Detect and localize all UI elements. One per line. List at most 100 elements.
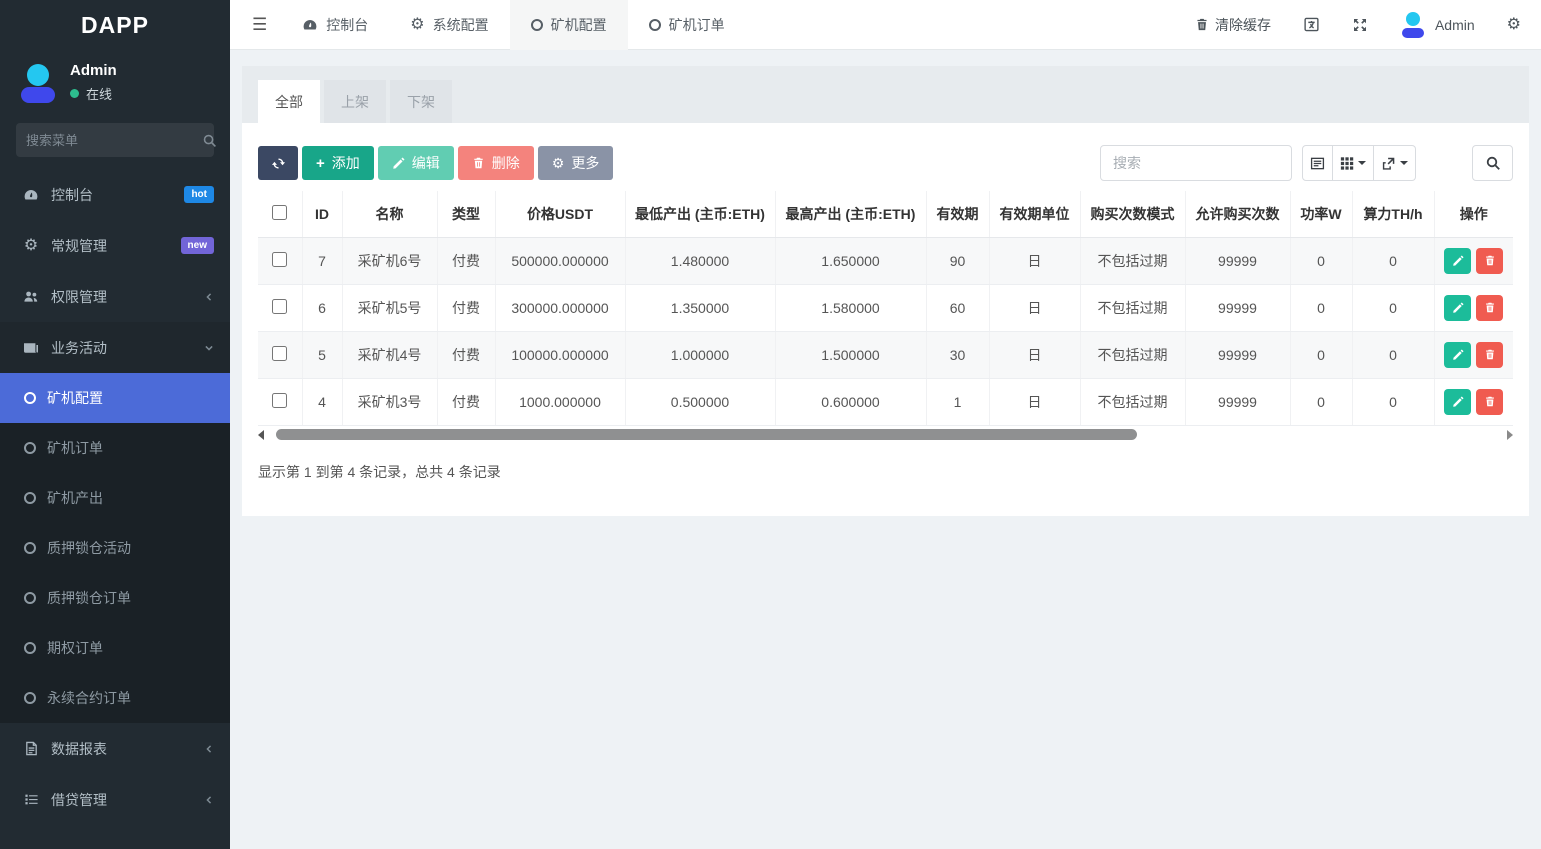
table-cell: 1 xyxy=(926,378,989,425)
table-view-controls xyxy=(1302,145,1416,181)
gears-icon[interactable]: ⚙ xyxy=(1507,17,1521,33)
table-cell: 不包括过期 xyxy=(1080,378,1185,425)
column-header: 名称 xyxy=(342,191,437,237)
table-cell: 99999 xyxy=(1185,284,1290,331)
column-header: 购买次数模式 xyxy=(1080,191,1185,237)
row-edit-button[interactable] xyxy=(1444,342,1471,368)
column-header: 功率W xyxy=(1290,191,1352,237)
user-menu[interactable]: Admin xyxy=(1400,12,1475,38)
scroll-left-arrow[interactable] xyxy=(258,430,264,440)
row-actions-cell xyxy=(1434,331,1513,378)
miners-table: ID名称类型价格USDT最低产出 (主币:ETH)最高产出 (主币:ETH)有效… xyxy=(258,191,1513,426)
select-all-header xyxy=(258,191,302,237)
row-checkbox[interactable] xyxy=(272,252,287,267)
topnav-item-system-config[interactable]: ⚙ 系统配置 xyxy=(389,0,509,50)
detail-view-button[interactable] xyxy=(1302,145,1333,181)
table-cell: 日 xyxy=(989,378,1080,425)
translate-icon[interactable] xyxy=(1303,16,1320,33)
tab-on-shelf[interactable]: 上架 xyxy=(324,80,386,123)
sidebar-item-lending[interactable]: 借贷管理 xyxy=(0,774,230,825)
trash-icon xyxy=(1484,254,1496,267)
hamburger-icon[interactable]: ☰ xyxy=(238,15,281,35)
tab-off-shelf[interactable]: 下架 xyxy=(390,80,452,123)
circle-icon xyxy=(24,642,36,654)
table-cell: 100000.000000 xyxy=(495,331,625,378)
pencil-icon xyxy=(392,157,405,170)
trash-icon xyxy=(1484,348,1496,361)
column-header: 类型 xyxy=(437,191,495,237)
column-header: 有效期单位 xyxy=(989,191,1080,237)
hot-badge: hot xyxy=(184,186,214,203)
search-button[interactable] xyxy=(1472,145,1513,181)
row-checkbox[interactable] xyxy=(272,393,287,408)
submenu-item-label: 矿机订单 xyxy=(47,438,103,458)
table-cell: 1.650000 xyxy=(775,237,926,284)
fullscreen-icon[interactable] xyxy=(1352,17,1368,33)
table-row: 5 采矿机4号 付费 100000.000000 1.000000 1.5000… xyxy=(258,331,1513,378)
sidebar-search-input[interactable] xyxy=(26,133,202,148)
table-cell: 1.500000 xyxy=(775,331,926,378)
row-actions-cell xyxy=(1434,284,1513,331)
row-delete-button[interactable] xyxy=(1476,295,1503,321)
horizontal-scrollbar xyxy=(258,428,1513,442)
table-row: 4 采矿机3号 付费 1000.000000 0.500000 0.600000… xyxy=(258,378,1513,425)
sidebar-item-perpetual-orders[interactable]: 永续合约订单 xyxy=(0,673,230,723)
topnav-item-dashboard[interactable]: 控制台 xyxy=(281,0,389,50)
table-cell: 不包括过期 xyxy=(1080,331,1185,378)
sidebar-item-option-orders[interactable]: 期权订单 xyxy=(0,623,230,673)
add-button[interactable]: + 添加 xyxy=(302,146,374,180)
refresh-button[interactable] xyxy=(258,146,298,180)
column-header: 价格USDT xyxy=(495,191,625,237)
pencil-icon xyxy=(1452,255,1464,267)
sidebar-item-business[interactable]: 业务活动 xyxy=(0,322,230,373)
table-cell: 不包括过期 xyxy=(1080,237,1185,284)
gear-icon: ⚙ xyxy=(410,17,424,33)
row-checkbox[interactable] xyxy=(272,346,287,361)
row-checkbox[interactable] xyxy=(272,299,287,314)
table-cell: 0 xyxy=(1290,378,1352,425)
user-avatar xyxy=(1400,12,1426,38)
scroll-right-arrow[interactable] xyxy=(1507,430,1513,440)
clear-cache-button[interactable]: 清除缓存 xyxy=(1195,15,1271,35)
row-actions-cell xyxy=(1434,237,1513,284)
dashboard-icon xyxy=(302,17,318,33)
row-edit-button[interactable] xyxy=(1444,248,1471,274)
row-edit-button[interactable] xyxy=(1444,295,1471,321)
topnav-item-miner-orders[interactable]: 矿机订单 xyxy=(628,0,746,50)
row-actions-cell xyxy=(1434,378,1513,425)
row-edit-button[interactable] xyxy=(1444,389,1471,415)
table-cell: 采矿机3号 xyxy=(342,378,437,425)
delete-button[interactable]: 删除 xyxy=(458,146,534,180)
edit-button[interactable]: 编辑 xyxy=(378,146,454,180)
row-delete-button[interactable] xyxy=(1476,389,1503,415)
select-all-checkbox[interactable] xyxy=(272,205,287,220)
table-cell: 4 xyxy=(302,378,342,425)
tab-all[interactable]: 全部 xyxy=(258,80,320,123)
scrollbar-thumb[interactable] xyxy=(276,429,1137,440)
pencil-icon xyxy=(1452,349,1464,361)
more-button[interactable]: ⚙ 更多 xyxy=(538,146,614,180)
circle-icon xyxy=(649,19,661,31)
sidebar-item-staking-orders[interactable]: 质押锁仓订单 xyxy=(0,573,230,623)
row-delete-button[interactable] xyxy=(1476,248,1503,274)
columns-button[interactable] xyxy=(1333,145,1374,181)
circle-icon xyxy=(531,19,543,31)
sidebar-item-dashboard[interactable]: 控制台 hot xyxy=(0,169,230,220)
sidebar-item-miner-output[interactable]: 矿机产出 xyxy=(0,473,230,523)
table-search-input[interactable] xyxy=(1100,145,1292,181)
sidebar-item-reports[interactable]: 数据报表 xyxy=(0,723,230,774)
table-cell: 99999 xyxy=(1185,237,1290,284)
sidebar-item-miner-orders[interactable]: 矿机订单 xyxy=(0,423,230,473)
export-button[interactable] xyxy=(1374,145,1416,181)
sidebar-item-miner-config[interactable]: 矿机配置 xyxy=(0,373,230,423)
add-button-label: 添加 xyxy=(332,153,360,173)
scrollbar-track[interactable] xyxy=(272,429,1452,440)
sidebar-item-permissions[interactable]: 权限管理 xyxy=(0,271,230,322)
sidebar-item-label: 借贷管理 xyxy=(51,790,204,810)
row-delete-button[interactable] xyxy=(1476,342,1503,368)
sidebar-item-general[interactable]: ⚙ 常规管理 new xyxy=(0,220,230,271)
sidebar-item-staking-activity[interactable]: 质押锁仓活动 xyxy=(0,523,230,573)
content-area: 全部 上架 下架 + xyxy=(230,50,1541,516)
row-select-cell xyxy=(258,284,302,331)
topnav-item-miner-config[interactable]: 矿机配置 xyxy=(510,0,628,50)
